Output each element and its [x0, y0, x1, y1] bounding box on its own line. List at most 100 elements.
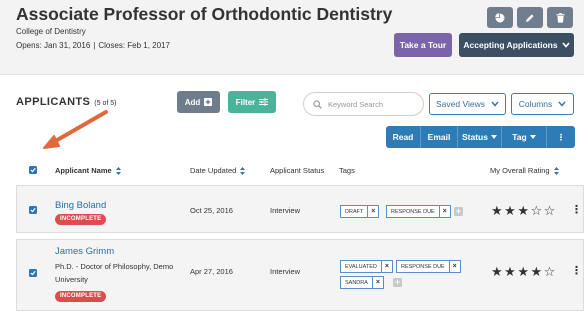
- select-all-checkbox[interactable]: [29, 166, 37, 174]
- tag-dropdown[interactable]: Tag: [502, 126, 547, 148]
- annotation-arrow: [43, 110, 108, 149]
- trash-icon: [556, 12, 564, 23]
- star-filled-icon[interactable]: ★: [504, 264, 517, 279]
- email-button[interactable]: Email: [421, 126, 458, 148]
- applicant-degree: Ph.D. - Doctor of Philosophy, Demo Unive…: [55, 262, 174, 284]
- tag-chip: SANDRA ×: [340, 276, 384, 289]
- saved-views-dropdown[interactable]: Saved Views: [429, 93, 506, 115]
- tag-chip: RESPONSE DUE ×: [386, 205, 451, 218]
- tag-label: Tag: [512, 132, 527, 142]
- applicant-status: Interview: [270, 267, 301, 276]
- search-icon: [313, 99, 322, 109]
- plus-box-icon: [204, 98, 213, 106]
- column-applicant-name-label: Applicant Name: [55, 166, 112, 175]
- tag-label: DRAFT: [345, 208, 364, 215]
- date-separator: |: [93, 41, 96, 50]
- read-button[interactable]: Read: [386, 126, 421, 148]
- chevron-down-icon: [561, 42, 570, 48]
- table-row[interactable]: James Grimm Ph.D. - Doctor of Philosophy…: [16, 239, 584, 311]
- star-empty-icon[interactable]: ☆: [544, 264, 557, 279]
- delete-button[interactable]: [547, 7, 573, 28]
- closes-date: Closes: Feb 1, 2017: [98, 41, 170, 50]
- status-dropdown[interactable]: Status: [458, 126, 502, 148]
- status-badge: INCOMPLETE: [55, 214, 107, 225]
- check-icon: [30, 270, 36, 276]
- add-tag-icon[interactable]: +: [393, 278, 402, 287]
- remove-tag-icon[interactable]: ×: [438, 206, 450, 217]
- tag-label: RESPONSE DUE: [391, 208, 435, 215]
- edit-button[interactable]: [517, 7, 543, 28]
- accepting-applications-label: Accepting Applications: [463, 40, 558, 50]
- applicant-name-link[interactable]: Bing Boland: [55, 200, 106, 211]
- sort-icon: [115, 166, 121, 175]
- take-a-tour-button[interactable]: Take a Tour: [394, 33, 452, 57]
- remove-tag-icon[interactable]: ×: [371, 277, 383, 288]
- remove-tag-icon[interactable]: ×: [448, 261, 460, 272]
- star-rating[interactable]: ★★★★☆: [491, 264, 557, 280]
- remove-tag-icon[interactable]: ×: [367, 206, 378, 217]
- date-updated: Apr 27, 2016: [190, 267, 233, 276]
- column-applicant-status: Applicant Status: [270, 166, 324, 175]
- row-checkbox[interactable]: [29, 269, 37, 277]
- opens-date: Opens: Jan 31, 2016: [16, 41, 91, 50]
- add-applicant-button[interactable]: Add: [177, 91, 220, 113]
- sort-icon: [553, 166, 559, 175]
- job-header: Associate Professor of Orthodontic Denti…: [0, 0, 584, 75]
- posting-dates: Opens: Jan 31, 2016 | Closes: Feb 1, 2017: [16, 41, 170, 50]
- pencil-icon: [526, 13, 534, 22]
- column-applicant-name[interactable]: Applicant Name: [55, 166, 121, 175]
- row-menu-icon[interactable]: ⋮: [571, 205, 582, 216]
- star-filled-icon[interactable]: ★: [504, 203, 517, 218]
- caret-down-icon: [490, 135, 497, 139]
- sort-icon: [240, 166, 246, 175]
- check-icon: [30, 207, 36, 213]
- chevron-down-icon: [491, 101, 499, 107]
- add-label: Add: [184, 97, 201, 107]
- page-title: Associate Professor of Orthodontic Denti…: [16, 4, 393, 24]
- columns-label: Columns: [518, 99, 553, 109]
- column-my-overall-rating[interactable]: My Overall Rating: [490, 166, 559, 175]
- keyword-search[interactable]: [303, 92, 424, 116]
- column-tags-label: Tags: [339, 166, 355, 175]
- tag-chip: EVALUATED ×: [340, 260, 393, 273]
- date-updated: Oct 25, 2016: [190, 206, 233, 215]
- star-rating[interactable]: ★★★☆☆: [491, 203, 557, 219]
- column-rating-label: My Overall Rating: [490, 166, 550, 175]
- star-filled-icon[interactable]: ★: [491, 203, 504, 218]
- accepting-applications-dropdown[interactable]: Accepting Applications: [459, 33, 574, 57]
- star-filled-icon[interactable]: ★: [491, 264, 504, 279]
- applicant-status: Interview: [270, 206, 301, 215]
- reports-button[interactable]: [487, 7, 513, 28]
- row-menu-icon[interactable]: ⋮: [571, 266, 582, 277]
- row-checkbox[interactable]: [29, 206, 37, 214]
- sliders-icon: [259, 98, 269, 106]
- column-date-updated-label: Date Updated: [190, 166, 237, 175]
- star-filled-icon[interactable]: ★: [517, 203, 530, 218]
- tag-label: EVALUATED: [345, 263, 377, 270]
- star-empty-icon[interactable]: ☆: [530, 203, 543, 218]
- filter-button[interactable]: Filter: [228, 91, 276, 113]
- table-row[interactable]: Bing Boland INCOMPLETE Oct 25, 2016 Inte…: [16, 185, 584, 233]
- status-label: Status: [462, 132, 488, 142]
- status-badge: INCOMPLETE: [55, 291, 107, 302]
- check-icon: [30, 167, 36, 173]
- columns-dropdown[interactable]: Columns: [511, 93, 574, 115]
- pie-chart-icon: [495, 12, 505, 22]
- column-date-updated[interactable]: Date Updated: [190, 166, 246, 175]
- filter-label: Filter: [235, 97, 256, 107]
- more-actions-button[interactable]: ⋮: [547, 126, 575, 148]
- applicants-title: APPLICANTS: [16, 96, 91, 108]
- tag-label: SANDRA: [345, 279, 368, 286]
- add-tag-icon[interactable]: +: [454, 207, 463, 216]
- star-filled-icon[interactable]: ★: [530, 264, 543, 279]
- applicant-name-link[interactable]: James Grimm: [55, 246, 114, 257]
- college-name: College of Dentistry: [16, 27, 86, 36]
- tag-chip: DRAFT ×: [340, 205, 380, 218]
- column-applicant-status-label: Applicant Status: [270, 166, 325, 175]
- keyword-search-input[interactable]: [328, 99, 416, 109]
- star-empty-icon[interactable]: ☆: [544, 203, 557, 218]
- saved-views-label: Saved Views: [436, 99, 485, 109]
- star-filled-icon[interactable]: ★: [517, 264, 530, 279]
- remove-tag-icon[interactable]: ×: [380, 261, 392, 272]
- applicants-heading: APPLICANTS (5 of 5): [16, 96, 116, 108]
